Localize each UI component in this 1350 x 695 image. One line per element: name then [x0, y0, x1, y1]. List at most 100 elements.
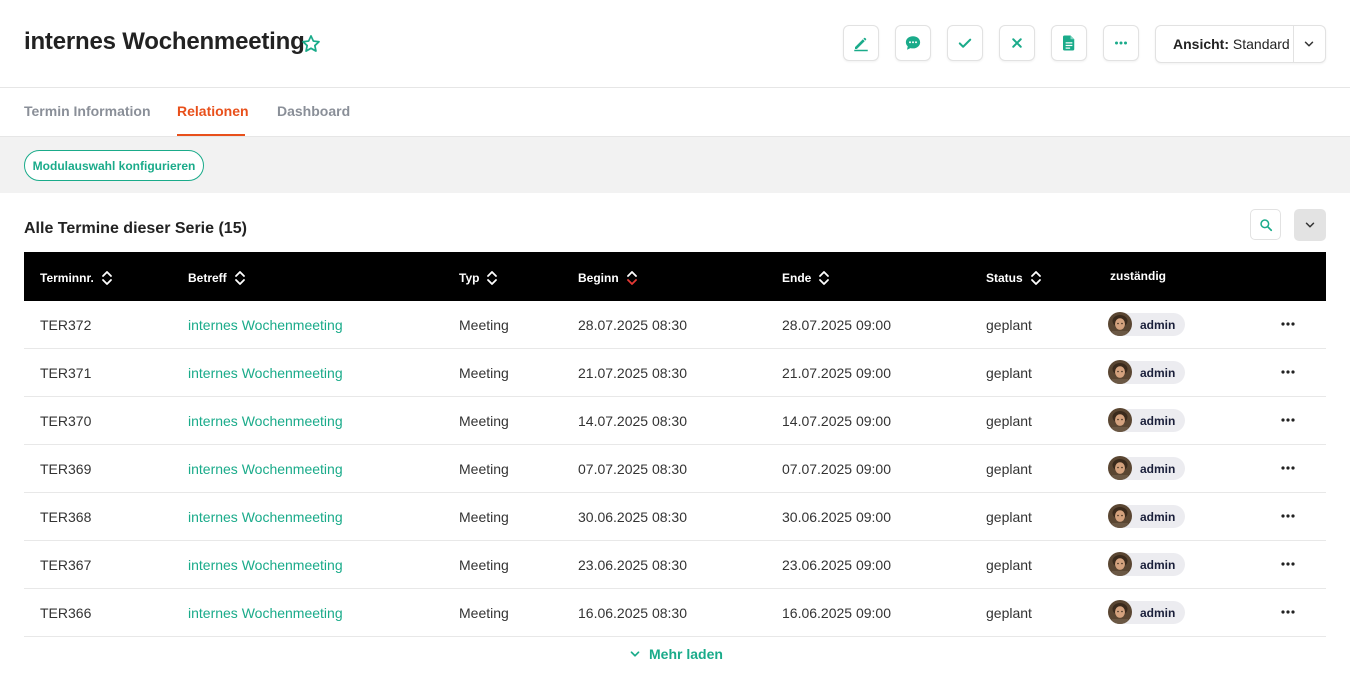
- cell-betreff-link[interactable]: internes Wochenmeeting: [188, 509, 343, 525]
- column-header-label: Status: [986, 271, 1023, 285]
- avatar: [1108, 600, 1132, 624]
- cell-terminnr: TER369: [40, 461, 92, 477]
- cancel-button[interactable]: [999, 25, 1035, 61]
- confirm-button[interactable]: [947, 25, 983, 61]
- avatar: [1108, 456, 1132, 480]
- cell-typ: Meeting: [459, 605, 509, 621]
- user-chip[interactable]: admin: [1108, 600, 1185, 624]
- chevron-down-icon[interactable]: [1302, 37, 1316, 51]
- cell-beginn: 28.07.2025 08:30: [578, 317, 687, 333]
- more-button[interactable]: [1103, 25, 1139, 61]
- cell-ende: 23.06.2025 09:00: [782, 557, 891, 573]
- column-header-label: Terminnr.: [40, 271, 94, 285]
- tab-dashboard[interactable]: Dashboard: [277, 103, 350, 119]
- column-header-betreff[interactable]: Betreff: [188, 269, 246, 287]
- cell-status: geplant: [986, 365, 1032, 381]
- cell-typ: Meeting: [459, 557, 509, 573]
- user-chip[interactable]: admin: [1108, 552, 1185, 576]
- column-header-beginn[interactable]: Beginn: [578, 269, 638, 287]
- table-row[interactable]: TER372 internes Wochenmeeting Meeting 28…: [24, 301, 1326, 349]
- chat-bubble-icon: [905, 36, 921, 50]
- table-row[interactable]: TER368 internes Wochenmeeting Meeting 30…: [24, 493, 1326, 541]
- user-chip[interactable]: admin: [1108, 456, 1185, 480]
- cell-status: geplant: [986, 317, 1032, 333]
- page-header: internes Wochenmeeting Ansicht: Standard: [0, 0, 1350, 88]
- cell-status: geplant: [986, 605, 1032, 621]
- comment-button[interactable]: [895, 25, 931, 61]
- user-avatar-icon: [1108, 360, 1132, 384]
- row-menu-ellipsis-icon[interactable]: [1281, 562, 1295, 566]
- column-header-status[interactable]: Status: [986, 269, 1042, 287]
- user-name: admin: [1140, 510, 1176, 524]
- cell-betreff-link[interactable]: internes Wochenmeeting: [188, 605, 343, 621]
- close-icon: [1012, 38, 1022, 48]
- cell-status: geplant: [986, 509, 1032, 525]
- document-button[interactable]: [1051, 25, 1087, 61]
- cell-terminnr: TER370: [40, 413, 92, 429]
- cell-typ: Meeting: [459, 365, 509, 381]
- tab-termin-information[interactable]: Termin Information: [24, 103, 151, 119]
- cell-betreff-link[interactable]: internes Wochenmeeting: [188, 365, 343, 381]
- cell-typ: Meeting: [459, 413, 509, 429]
- table-header: Terminnr. Betreff Typ Beginn Ende Status…: [24, 252, 1326, 301]
- cell-beginn: 16.06.2025 08:30: [578, 605, 687, 621]
- row-menu-ellipsis-icon[interactable]: [1281, 610, 1295, 614]
- cell-ende: 07.07.2025 09:00: [782, 461, 891, 477]
- table-row[interactable]: TER369 internes Wochenmeeting Meeting 07…: [24, 445, 1326, 493]
- table-row[interactable]: TER370 internes Wochenmeeting Meeting 14…: [24, 397, 1326, 445]
- cell-terminnr: TER367: [40, 557, 92, 573]
- view-select-label: Ansicht:: [1173, 36, 1229, 52]
- active-tab-indicator: [177, 134, 245, 136]
- user-chip[interactable]: admin: [1108, 360, 1185, 384]
- cell-betreff-link[interactable]: internes Wochenmeeting: [188, 461, 343, 477]
- check-icon: [958, 38, 972, 48]
- cell-status: geplant: [986, 461, 1032, 477]
- tab-relationen[interactable]: Relationen: [177, 103, 249, 119]
- user-avatar-icon: [1108, 408, 1132, 432]
- cell-betreff-link[interactable]: internes Wochenmeeting: [188, 557, 343, 573]
- column-header-typ[interactable]: Typ: [459, 269, 498, 287]
- row-menu-ellipsis-icon[interactable]: [1281, 418, 1295, 422]
- view-select[interactable]: Ansicht: Standard: [1155, 25, 1326, 63]
- favorite-star-icon[interactable]: [300, 33, 322, 55]
- cell-ende: 30.06.2025 09:00: [782, 509, 891, 525]
- view-select-divider: [1293, 26, 1294, 62]
- cell-betreff-link[interactable]: internes Wochenmeeting: [188, 317, 343, 333]
- user-avatar-icon: [1108, 504, 1132, 528]
- sort-icon: [819, 271, 830, 285]
- cell-beginn: 30.06.2025 08:30: [578, 509, 687, 525]
- module-config-bar: Modulauswahl konfigurieren: [0, 137, 1350, 193]
- search-button[interactable]: [1250, 209, 1281, 240]
- sort-icon: [1030, 271, 1041, 285]
- sort-icon: [234, 271, 245, 285]
- table-body: TER372 internes Wochenmeeting Meeting 28…: [24, 301, 1326, 637]
- sort-icon: [487, 271, 498, 285]
- collapse-button[interactable]: [1294, 209, 1326, 241]
- column-header-ende[interactable]: Ende: [782, 269, 830, 287]
- configure-modules-button[interactable]: Modulauswahl konfigurieren: [24, 150, 204, 181]
- avatar: [1108, 552, 1132, 576]
- cell-ende: 16.06.2025 09:00: [782, 605, 891, 621]
- search-icon: [1259, 218, 1272, 231]
- user-chip[interactable]: admin: [1108, 504, 1185, 528]
- cell-terminnr: TER371: [40, 365, 92, 381]
- row-menu-ellipsis-icon[interactable]: [1281, 370, 1295, 374]
- column-header-label: Typ: [459, 271, 480, 285]
- load-more-button[interactable]: Mehr laden: [628, 646, 723, 662]
- row-menu-ellipsis-icon[interactable]: [1281, 322, 1295, 326]
- column-header-terminnr[interactable]: Terminnr.: [40, 269, 113, 287]
- edit-button[interactable]: [843, 25, 879, 61]
- avatar: [1108, 312, 1132, 336]
- table-row[interactable]: TER366 internes Wochenmeeting Meeting 16…: [24, 589, 1326, 637]
- row-menu-ellipsis-icon[interactable]: [1281, 514, 1295, 518]
- user-chip[interactable]: admin: [1108, 408, 1185, 432]
- view-select-value: Standard: [1232, 36, 1290, 52]
- table-row[interactable]: TER371 internes Wochenmeeting Meeting 21…: [24, 349, 1326, 397]
- cell-betreff-link[interactable]: internes Wochenmeeting: [188, 413, 343, 429]
- table-row[interactable]: TER367 internes Wochenmeeting Meeting 23…: [24, 541, 1326, 589]
- user-chip[interactable]: admin: [1108, 312, 1185, 336]
- row-menu-ellipsis-icon[interactable]: [1281, 466, 1295, 470]
- sort-descending-icon: [626, 271, 637, 285]
- cell-terminnr: TER368: [40, 509, 92, 525]
- column-header-zustaendig: zuständig: [1110, 269, 1166, 283]
